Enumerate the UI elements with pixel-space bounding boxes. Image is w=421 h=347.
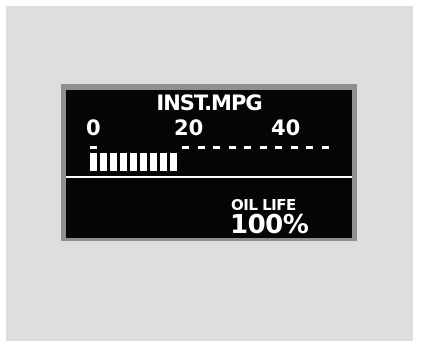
gauge-bar-filled xyxy=(120,153,127,171)
info-display-screen: INST.MPG 0 20 40 OIL LIFE 100% xyxy=(66,90,352,238)
display-title: INST.MPG xyxy=(156,91,262,115)
gauge-zero-marker xyxy=(90,146,97,149)
display-divider xyxy=(66,176,352,178)
gauge-bar-empty xyxy=(275,146,282,149)
gauge-bar-empty xyxy=(259,146,267,149)
oil-life-value: 100% xyxy=(230,210,309,238)
gauge-bar-empty xyxy=(197,146,205,149)
gauge-bar-filled xyxy=(90,153,97,171)
gauge-bar-empty xyxy=(321,146,329,149)
gauge-bar-filled xyxy=(100,153,107,171)
gauge-bar-empty xyxy=(290,146,298,149)
gauge-bar-empty xyxy=(182,146,189,149)
gauge-bar-empty xyxy=(228,146,236,149)
gauge-tick-label-40: 40 xyxy=(271,116,301,140)
gauge-bar-filled xyxy=(110,153,117,171)
gauge-tick-label-0: 0 xyxy=(86,116,101,140)
gauge-bar-filled xyxy=(170,153,177,171)
gauge-bar-empty xyxy=(213,146,220,149)
gauge-tick-label-20: 20 xyxy=(174,116,204,140)
gauge-bar-filled xyxy=(140,153,147,171)
gauge-bar-filled xyxy=(160,153,167,171)
gauge-bar-empty xyxy=(244,146,251,149)
gauge-bar-filled xyxy=(150,153,157,171)
gauge-bar-filled xyxy=(130,153,137,171)
gauge-bar-empty xyxy=(306,146,313,149)
